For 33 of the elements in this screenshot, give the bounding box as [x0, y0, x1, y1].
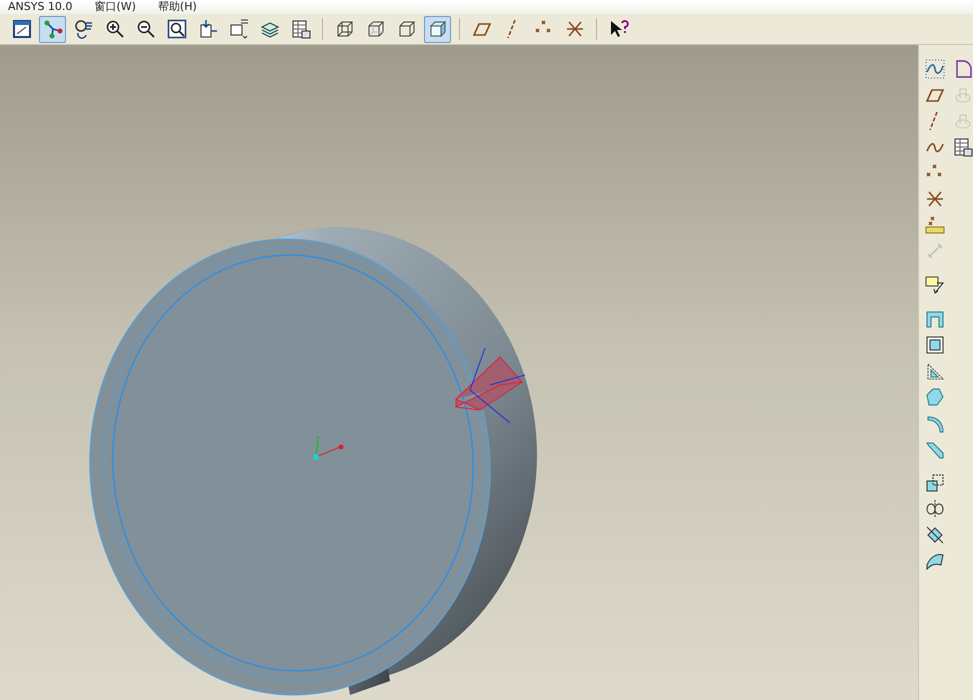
note-icon [925, 275, 945, 295]
block-icon [925, 387, 945, 407]
copy-icon [925, 473, 945, 493]
cube-icon [396, 19, 416, 39]
sketch-curve-icon [925, 59, 945, 79]
merge-icon [925, 525, 945, 545]
toolbar-button[interactable] [39, 16, 66, 42]
zoom-out-icon [136, 19, 156, 39]
zoom-in-icon [104, 19, 124, 39]
extrude-icon [925, 309, 945, 329]
wireframe-cube-icon [334, 19, 354, 39]
toolbar-button[interactable] [424, 16, 451, 42]
rib-icon [925, 361, 945, 381]
csys-icon [925, 189, 945, 209]
shaded-cube-icon [428, 19, 448, 39]
zoom-fit-icon [166, 19, 186, 39]
menu-item[interactable]: 帮助(H) [158, 0, 197, 14]
table-icon [953, 137, 973, 157]
pointer-question-icon [608, 19, 628, 39]
shell-icon [925, 335, 945, 355]
surface-icon [925, 551, 945, 571]
menu-item[interactable]: ANSYS 10.0 [8, 0, 72, 14]
node-tree-icon [42, 19, 62, 39]
screen-icon [12, 19, 32, 39]
cube-icon [366, 19, 386, 39]
ruler-icon [925, 215, 945, 235]
menu-item[interactable]: 窗口(W) [94, 0, 136, 14]
table-icon [290, 19, 310, 39]
box-arrow-icon [198, 19, 218, 39]
chain-icon [925, 241, 945, 261]
mirror-icon [925, 499, 945, 519]
csys-icon [564, 19, 584, 39]
coordinate-axes-icon [313, 436, 344, 460]
